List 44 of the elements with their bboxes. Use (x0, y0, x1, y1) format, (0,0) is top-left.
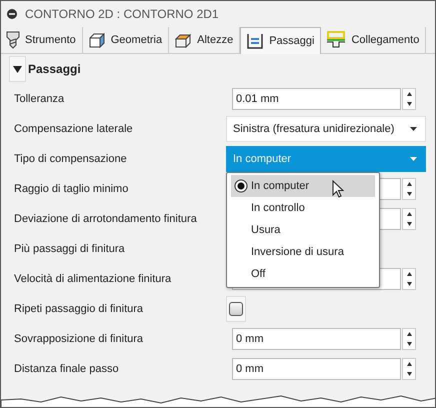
tab[interactable]: Strumento (1, 27, 83, 53)
field-label: Ripeti passaggio di finitura (14, 303, 144, 315)
dropdown-option[interactable]: Off (231, 263, 375, 285)
field-label: Tolleranza (14, 93, 66, 105)
caret-icon (410, 157, 417, 161)
spinner-arrows[interactable] (402, 88, 416, 110)
input-field[interactable]: 0 mm (232, 328, 401, 350)
window-title: CONTORNO 2D : CONTORNO 2D1 (25, 7, 219, 21)
field-label: Tipo di compensazione (14, 153, 128, 165)
field-label: Distanza finale passo (14, 363, 120, 375)
tab[interactable]: Geometria (82, 27, 170, 53)
spinner-arrows[interactable] (402, 208, 416, 230)
field-label: Velocità di alimentazione finitura (14, 273, 172, 285)
dropdown-option[interactable]: Inversione di usura (231, 241, 375, 263)
dropdown-select[interactable]: Sinistra (fresatura unidirezionale) (226, 116, 426, 142)
expand-toggle[interactable] (9, 56, 26, 82)
spinner-arrows[interactable] (402, 358, 416, 380)
collapse-icon[interactable] (7, 9, 17, 19)
field-label: Più passaggi di finitura (14, 243, 126, 255)
passes-icon (246, 32, 264, 50)
block-icon (174, 31, 192, 49)
input-field[interactable]: 0 mm (232, 358, 401, 380)
spinner-arrows[interactable] (402, 328, 416, 350)
dropdown-option[interactable]: In computer (231, 175, 375, 197)
tab[interactable]: Passaggi (240, 27, 322, 54)
end-mill-icon (6, 31, 20, 49)
dropdown-option[interactable]: In controllo (231, 197, 375, 219)
dropdown-option[interactable]: Usura (231, 219, 375, 241)
spinner-arrows[interactable] (402, 178, 416, 200)
section-title: Passaggi (28, 62, 81, 76)
input-field[interactable]: 0.01 mm (232, 88, 401, 110)
field-label: Raggio di taglio minimo (14, 183, 130, 195)
mouse-pointer-icon (332, 180, 344, 198)
spinner-arrows[interactable] (402, 268, 416, 290)
caret-icon (410, 127, 417, 131)
checkbox[interactable] (229, 302, 243, 316)
field-label: Sovrapposizione di finitura (14, 333, 144, 345)
caret-icon (13, 66, 22, 72)
radio-icon (234, 179, 248, 193)
field-label: Compensazione laterale (14, 123, 134, 135)
cube-icon (88, 31, 106, 49)
field-label: Deviazione di arrotondamento finitura (14, 213, 198, 225)
tab[interactable]: Collegamento (321, 27, 426, 53)
linking-icon (326, 31, 346, 49)
